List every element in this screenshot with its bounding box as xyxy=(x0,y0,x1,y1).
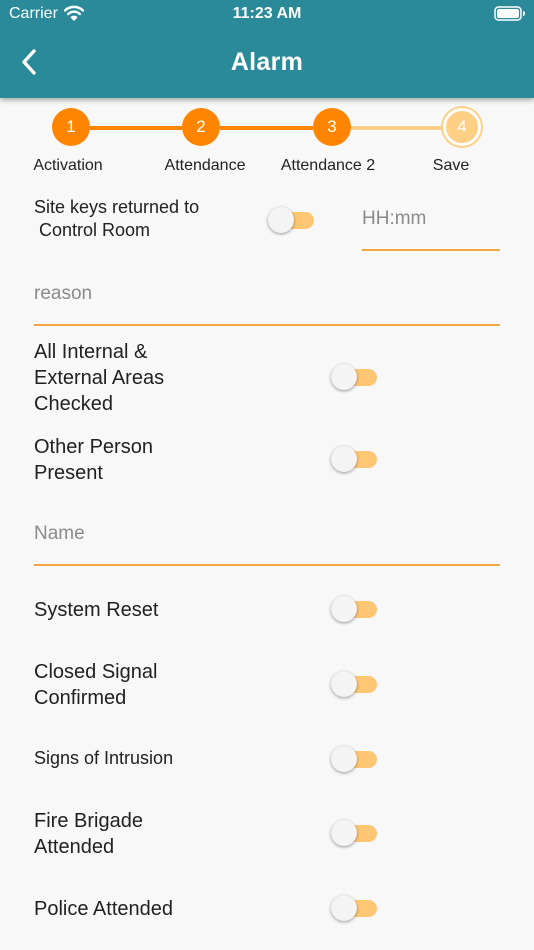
switch-thumb xyxy=(331,364,357,390)
site-keys-label: Site keys returned to Control Room xyxy=(34,197,200,240)
police-attended-label: Police Attended xyxy=(34,898,173,920)
switch-thumb xyxy=(331,596,357,622)
step-2-label: Attendance xyxy=(164,157,246,174)
name-input[interactable]: Name xyxy=(34,518,500,566)
system-reset-switch[interactable] xyxy=(331,596,379,622)
time-input[interactable]: HH:mm xyxy=(362,200,500,251)
step-connector-3 xyxy=(351,126,443,130)
switch-thumb xyxy=(268,207,294,233)
step-2-circle[interactable]: 2 xyxy=(182,108,220,146)
fire-brigade-label: Fire Brigade Attended xyxy=(34,810,143,858)
switch-thumb xyxy=(331,746,357,772)
areas-checked-switch[interactable] xyxy=(331,364,379,390)
other-person-label: Other Person Present xyxy=(34,436,153,484)
site-keys-switch[interactable] xyxy=(268,207,316,233)
other-person-switch[interactable] xyxy=(331,446,379,472)
step-connector-1 xyxy=(90,126,182,130)
step-connector-2 xyxy=(220,126,313,130)
switch-thumb xyxy=(331,820,357,846)
closed-signal-switch[interactable] xyxy=(331,671,379,697)
signs-of-intrusion-switch[interactable] xyxy=(331,746,379,772)
switch-thumb xyxy=(331,895,357,921)
areas-checked-label: All Internal & External Areas Checked xyxy=(34,341,165,415)
switch-thumb xyxy=(331,671,357,697)
time-input-placeholder: HH:mm xyxy=(362,208,427,229)
step-3-label: Attendance 2 xyxy=(280,157,376,174)
signs-of-intrusion-label: Signs of Intrusion xyxy=(34,748,174,768)
step-1-circle[interactable]: 1 xyxy=(52,108,90,146)
page-title: Alarm xyxy=(230,48,304,76)
switch-thumb xyxy=(331,446,357,472)
battery-icon xyxy=(494,6,525,21)
status-time: 11:23 AM xyxy=(232,5,302,22)
name-input-placeholder: Name xyxy=(34,523,85,544)
fire-brigade-switch[interactable] xyxy=(331,820,379,846)
step-3-circle[interactable]: 3 xyxy=(313,108,351,146)
system-reset-label: System Reset xyxy=(34,599,159,621)
app-bar: Carrier 11:23 AM Alarm xyxy=(0,0,534,98)
step-1-label: Activation xyxy=(33,157,103,174)
closed-signal-label: Closed Signal Confirmed xyxy=(34,661,158,709)
reason-input[interactable]: reason xyxy=(34,278,500,326)
reason-input-placeholder: reason xyxy=(34,283,93,304)
step-4-circle[interactable]: 4 xyxy=(443,108,481,146)
police-attended-switch[interactable] xyxy=(331,895,379,921)
step-4-label: Save xyxy=(432,157,470,174)
